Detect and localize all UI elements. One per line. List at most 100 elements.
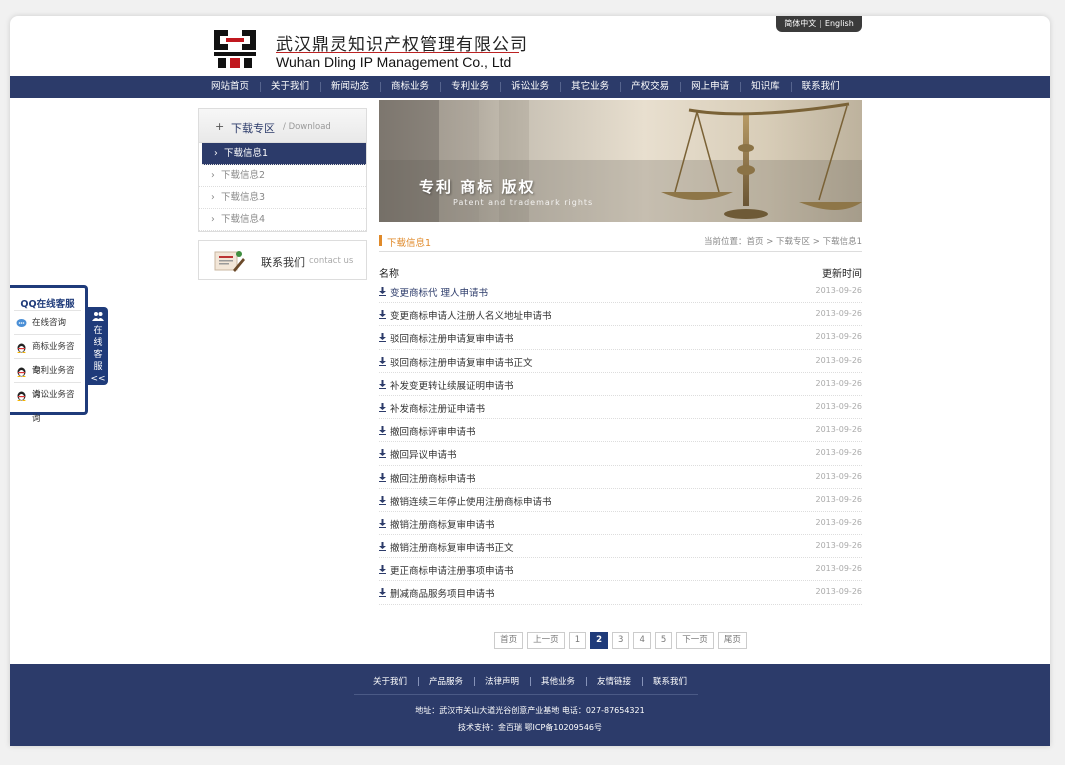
logo-divider	[276, 52, 519, 53]
nav-item-news[interactable]: 新闻动态	[320, 76, 380, 98]
download-icon	[379, 518, 386, 528]
page-frame: 武汉鼎灵知识产权管理有限公司 Wuhan Dling IP Management…	[10, 16, 1050, 746]
download-icon	[379, 472, 386, 482]
row-name[interactable]: 撤销注册商标复审申请书	[390, 517, 495, 531]
nav-item-knowledge[interactable]: 知识库	[740, 76, 791, 98]
qq-item-label: 在线咨询	[32, 318, 67, 328]
table-row[interactable]: 撤销注册商标复审申请书 2013-09-26	[379, 512, 863, 536]
row-name[interactable]: 删减商品服务项目申请书	[390, 586, 495, 600]
table-row[interactable]: 变更商标申请人注册人名义地址申请书 2013-09-26	[379, 303, 863, 327]
plus-icon: +	[215, 120, 225, 133]
table-row[interactable]: 变更商标代 理人申请书 2013-09-26	[379, 280, 863, 304]
pagination: 首页 上一页 1 2 3 4 5 下一页 尾页	[379, 632, 862, 650]
language-switch: 简体中文 | English	[776, 16, 862, 32]
sidebar-item-download-3[interactable]: 下载信息3	[199, 187, 366, 209]
page-last-button[interactable]: 尾页	[717, 632, 747, 649]
qq-trademark-consult[interactable]: 商标业务咨询	[14, 334, 81, 376]
row-name[interactable]: 撤销注册商标复审申请书正文	[390, 540, 514, 554]
row-date: 2013-09-26	[815, 309, 863, 319]
footer-link-contact[interactable]: 联系我们	[642, 675, 698, 687]
footer-link-about[interactable]: 关于我们	[362, 675, 418, 687]
section-marker	[379, 235, 382, 246]
download-icon	[379, 588, 386, 598]
qq-litigation-consult[interactable]: 诉讼业务咨询	[14, 382, 81, 424]
table-row[interactable]: 补发商标注册证申请书 2013-09-26	[379, 396, 862, 420]
page-3-button[interactable]: 3	[612, 632, 630, 649]
column-header-name: 名称	[379, 269, 399, 280]
footer-link-friends[interactable]: 友情链接	[586, 675, 642, 687]
nav-item-about[interactable]: 关于我们	[260, 76, 320, 98]
breadcrumb[interactable]: 当前位置：首页 > 下载专区 > 下载信息1	[704, 235, 862, 247]
lang-en-link[interactable]: English	[825, 19, 854, 28]
table-row[interactable]: 撤回注册商标申请书 2013-09-26	[379, 466, 862, 489]
footer-address: 地址：武汉市关山大道光谷创意产业基地 电话：027-87654321	[415, 706, 645, 715]
nav-item-home[interactable]: 网站首页	[200, 76, 260, 98]
page-5-button[interactable]: 5	[654, 632, 673, 649]
nav-item-trademark[interactable]: 商标业务	[380, 76, 440, 98]
nav-item-patent[interactable]: 专利业务	[440, 76, 500, 98]
table-row[interactable]: 撤回异议申请书 2013-09-26	[379, 442, 862, 466]
download-icon	[379, 287, 386, 296]
footer-info: 地址：武汉市关山大道光谷创意产业基地 电话：027-87654321 技术支持：…	[10, 702, 1050, 736]
qq-online-consult[interactable]: 在线咨询	[14, 310, 81, 334]
sidebar-item-download-4[interactable]: 下载信息4	[199, 209, 366, 231]
sidebar-item-download-2[interactable]: 下载信息2	[199, 165, 366, 187]
row-date: 2013-09-26	[815, 587, 863, 597]
footer-link-legal[interactable]: 法律声明	[473, 675, 530, 687]
qq-tab-char: 客	[93, 350, 103, 360]
table-row[interactable]: 撤销注册商标复审申请书正文 2013-09-26	[379, 535, 862, 559]
qq-collapse-tab[interactable]: 在 线 客 服 <<	[88, 307, 108, 385]
row-name[interactable]: 补发商标注册证申请书	[390, 401, 485, 415]
qq-patent-consult[interactable]: 专利业务咨询	[14, 358, 81, 400]
company-name-en: Wuhan Dling IP Management Co., Ltd	[276, 54, 512, 70]
qq-tab-char: 线	[93, 338, 103, 348]
nav-item-other[interactable]: 其它业务	[560, 76, 620, 98]
company-logo-icon[interactable]	[212, 28, 258, 70]
nav-item-litigation[interactable]: 诉讼业务	[500, 76, 560, 98]
nav-item-ip-trade[interactable]: 产权交易	[620, 76, 680, 98]
row-date: 2013-09-26	[815, 286, 863, 295]
table-row[interactable]: 删减商品服务项目申请书 2013-09-26	[379, 581, 863, 605]
qq-penguin-icon	[17, 367, 26, 377]
footer-link-other[interactable]: 其他业务	[530, 675, 586, 687]
row-date: 2013-09-26	[815, 494, 863, 504]
download-icon	[379, 495, 386, 505]
download-icon	[379, 310, 386, 320]
qq-penguin-icon	[17, 343, 26, 353]
row-name[interactable]: 变更商标代 理人申请书	[390, 285, 488, 299]
page-first-button[interactable]: 首页	[494, 632, 524, 649]
qq-panel-title: QQ在线客服	[20, 299, 75, 310]
row-name[interactable]: 驳回商标注册申请复审申请书正文	[390, 355, 533, 369]
contact-us-box[interactable]: 联系我们 contact us	[198, 240, 367, 280]
column-header-date: 更新时间	[822, 269, 862, 280]
row-name[interactable]: 撤回异议申请书	[390, 447, 457, 461]
row-name[interactable]: 撤回商标评审申请书	[390, 424, 476, 438]
row-date: 2013-09-26	[815, 517, 863, 527]
page-1-button[interactable]: 1	[568, 632, 587, 649]
row-name[interactable]: 变更商标申请人注册人名义地址申请书	[390, 308, 552, 322]
table-row[interactable]: 驳回商标注册申请复审申请书正文 2013-09-26	[379, 350, 862, 373]
row-name[interactable]: 撤销连续三年停止使用注册商标申请书	[390, 494, 552, 508]
lang-separator: |	[819, 19, 822, 28]
download-menu-title: 下载专区	[231, 122, 275, 135]
page-4-button[interactable]: 4	[633, 632, 651, 649]
lang-cn-link[interactable]: 简体中文	[784, 19, 816, 28]
page-next-button[interactable]: 下一页	[676, 632, 714, 649]
row-name[interactable]: 补发变更转让续展证明申请书	[390, 378, 514, 392]
page-2-button[interactable]: 2	[590, 632, 609, 649]
sidebar-item-download-1[interactable]: 下载信息1	[202, 143, 366, 165]
table-row[interactable]: 更正商标申请注册事项申请书 2013-09-26	[379, 558, 862, 582]
footer-link-products[interactable]: 产品服务	[417, 675, 474, 687]
site-footer: 关于我们 产品服务 法律声明 其他业务 友情链接 联系我们 地址：武汉市关山大道…	[10, 664, 1050, 746]
nav-item-contact[interactable]: 联系我们	[790, 76, 851, 98]
nav-item-online-apply[interactable]: 网上申请	[680, 76, 740, 98]
row-name[interactable]: 驳回商标注册申请复审申请书	[390, 331, 514, 345]
table-row[interactable]: 撤销连续三年停止使用注册商标申请书 2013-09-26	[379, 489, 862, 512]
table-row[interactable]: 驳回商标注册申请复审申请书 2013-09-26	[379, 326, 862, 350]
table-row[interactable]: 补发变更转让续展证明申请书 2013-09-26	[379, 373, 862, 396]
page-prev-button[interactable]: 上一页	[527, 632, 565, 649]
row-name[interactable]: 更正商标申请注册事项申请书	[390, 563, 514, 577]
table-row[interactable]: 撤回商标评审申请书 2013-09-26	[379, 419, 862, 443]
row-name[interactable]: 撤回注册商标申请书	[390, 471, 476, 485]
download-icon	[379, 379, 386, 389]
